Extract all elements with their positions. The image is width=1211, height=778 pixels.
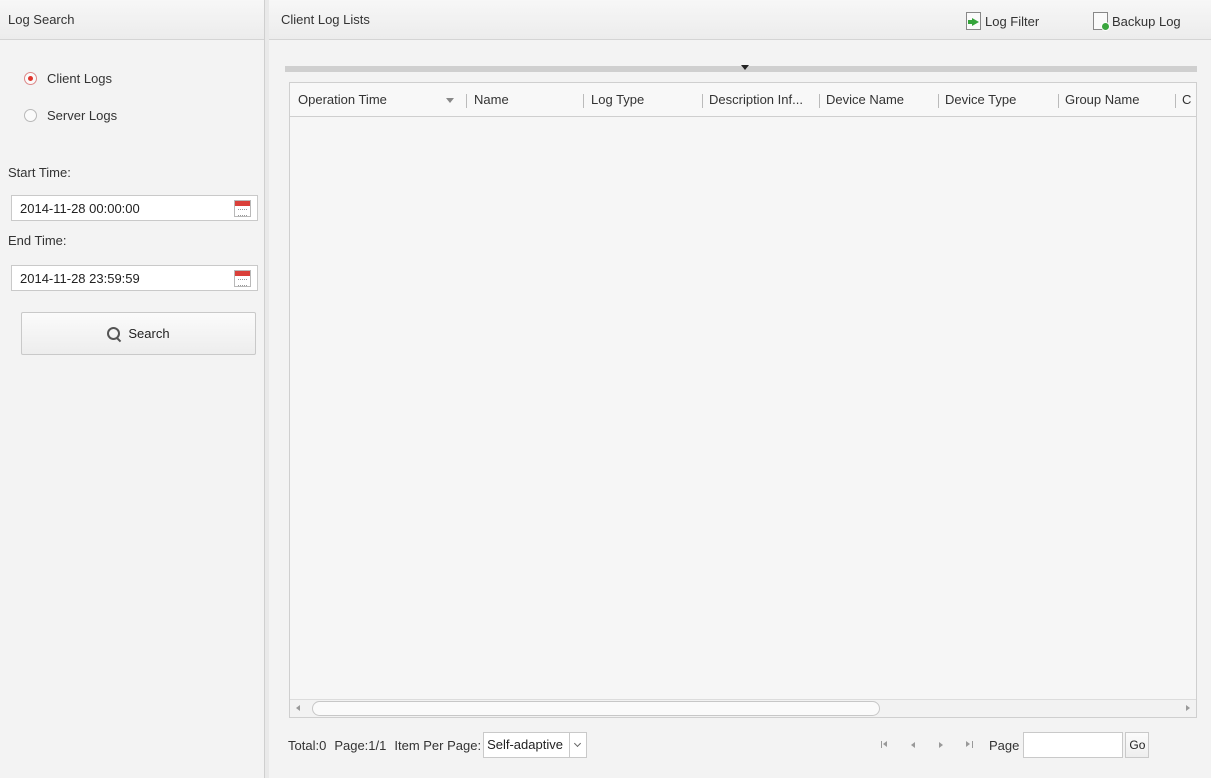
scroll-left-icon[interactable] (296, 705, 300, 711)
end-time-input[interactable]: 2014-11-28 23:59:59 (11, 265, 258, 291)
page-info: Page:1/1 (334, 737, 387, 753)
log-search-title: Log Search (8, 12, 75, 27)
calendar-icon[interactable] (234, 199, 251, 217)
collapse-arrow-icon[interactable] (741, 65, 749, 70)
start-time-input[interactable]: 2014-11-28 00:00:00 (11, 195, 258, 221)
item-per-page-select[interactable]: Self-adaptive (483, 732, 587, 758)
sort-descending-icon[interactable] (446, 98, 454, 103)
col-group-name[interactable]: Group Name (1065, 83, 1165, 117)
horizontal-scrollbar[interactable] (290, 699, 1196, 717)
log-search-panel: Log Search Client Logs Server Logs Start… (0, 0, 265, 778)
client-log-list-title: Client Log Lists (281, 12, 370, 27)
total-count: Total:0 (288, 737, 327, 753)
pagination-bar: Total:0 Page:1/1 Item Per Page: Self-ada… (288, 731, 1198, 759)
column-separator[interactable] (583, 94, 584, 108)
col-name[interactable]: Name (474, 83, 574, 117)
prev-page-button[interactable] (899, 731, 927, 759)
first-page-icon (881, 741, 889, 749)
first-page-button[interactable] (871, 731, 899, 759)
column-separator[interactable] (1175, 94, 1176, 108)
start-time-value[interactable]: 2014-11-28 00:00:00 (20, 201, 140, 216)
col-truncated[interactable]: C (1182, 83, 1196, 117)
table-header: Operation Time Name Log Type Description… (290, 83, 1196, 117)
log-filter-label: Log Filter (985, 13, 1040, 29)
search-button-label: Search (128, 326, 170, 341)
client-logs-radio[interactable]: Client Logs (24, 68, 112, 88)
end-time-value[interactable]: 2014-11-28 23:59:59 (20, 271, 140, 286)
column-separator[interactable] (819, 94, 820, 108)
col-device-name[interactable]: Device Name (826, 83, 931, 117)
log-filter-button[interactable]: Log Filter (966, 11, 1039, 31)
search-icon (107, 326, 121, 341)
end-time-label: End Time: (8, 233, 67, 248)
next-page-button[interactable] (927, 731, 955, 759)
backup-log-label: Backup Log (1112, 13, 1181, 29)
radio-unchecked-icon[interactable] (24, 108, 37, 122)
column-separator[interactable] (1058, 94, 1059, 108)
calendar-icon[interactable] (234, 269, 251, 287)
next-page-icon (939, 742, 943, 748)
column-separator[interactable] (702, 94, 703, 108)
go-button[interactable]: Go (1125, 732, 1150, 758)
backup-log-button[interactable]: Backup Log (1093, 11, 1181, 31)
log-table: Operation Time Name Log Type Description… (289, 82, 1197, 718)
scroll-thumb[interactable] (312, 701, 880, 716)
col-device-type[interactable]: Device Type (945, 83, 1050, 117)
prev-page-icon (911, 742, 915, 748)
server-logs-radio[interactable]: Server Logs (24, 105, 117, 125)
page-number-input[interactable] (1023, 732, 1124, 758)
start-time-label: Start Time: (8, 165, 71, 180)
item-per-page-label: Item Per Page: (394, 737, 482, 753)
column-separator[interactable] (938, 94, 939, 108)
scroll-right-icon[interactable] (1186, 705, 1190, 711)
page-label: Page (989, 737, 1020, 753)
chevron-down-icon[interactable] (570, 733, 586, 757)
client-log-list-panel: Client Log Lists Log Filter Backup Log O… (269, 0, 1211, 778)
client-log-list-header: Client Log Lists Log Filter Backup Log (269, 0, 1211, 40)
col-log-type[interactable]: Log Type (591, 83, 691, 117)
log-filter-icon (966, 12, 981, 30)
col-operation-time[interactable]: Operation Time (298, 83, 438, 117)
server-logs-label: Server Logs (47, 107, 118, 123)
last-page-icon (965, 741, 973, 749)
backup-log-icon (1093, 12, 1110, 31)
item-per-page-value[interactable]: Self-adaptive (484, 733, 570, 757)
log-search-header: Log Search (0, 0, 264, 40)
last-page-button[interactable] (955, 731, 983, 759)
radio-checked-icon[interactable] (24, 71, 37, 85)
search-button[interactable]: Search (21, 312, 256, 355)
column-separator[interactable] (466, 94, 467, 108)
page-navigation: Page Go (871, 731, 1150, 759)
client-logs-label: Client Logs (47, 70, 113, 86)
col-description[interactable]: Description Inf... (709, 83, 819, 117)
